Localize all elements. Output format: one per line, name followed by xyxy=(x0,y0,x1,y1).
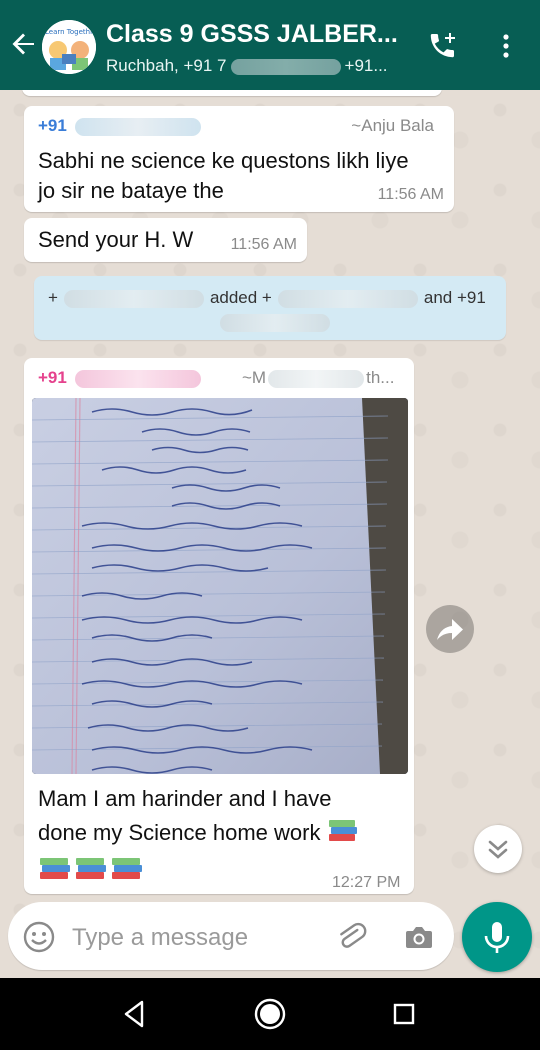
redacted-number xyxy=(277,289,418,308)
sender-prefix: +91 xyxy=(38,116,67,135)
redacted-number xyxy=(63,289,204,308)
books-emoji-row xyxy=(38,854,148,889)
message-sender: +91 xyxy=(38,116,202,136)
alias-suffix: th... xyxy=(366,368,395,387)
group-title[interactable]: Class 9 GSSS JALBER... xyxy=(106,20,406,49)
system-suffix: and +91 xyxy=(423,288,486,307)
more-options-icon[interactable] xyxy=(490,30,522,62)
books-icon xyxy=(328,820,357,841)
chat-header: Learn Togethr Class 9 GSSS JALBER... Ruc… xyxy=(0,0,540,90)
notebook-page-image xyxy=(32,398,408,774)
redacted-number xyxy=(220,314,330,332)
redacted-number xyxy=(75,117,202,136)
forward-icon xyxy=(437,619,463,640)
system-prefix: + xyxy=(48,288,58,307)
members-suffix: +91... xyxy=(344,56,388,75)
homework-photo[interactable] xyxy=(32,398,408,774)
system-navigation-bar xyxy=(0,978,540,1050)
system-message: + added + and +91 xyxy=(34,276,506,340)
mic-icon xyxy=(484,922,510,953)
message-text: Send your H. W xyxy=(38,227,194,252)
camera-icon[interactable] xyxy=(402,920,436,954)
nav-back-icon[interactable] xyxy=(116,996,152,1032)
members-prefix: Ruchbah, +91 7 xyxy=(106,56,227,75)
message-input[interactable]: Type a message xyxy=(72,924,248,952)
system-message-line: + added + and +91 xyxy=(48,288,486,308)
caption-line: done my Science home work xyxy=(38,816,359,850)
group-members[interactable]: Ruchbah, +91 7 +91... xyxy=(106,56,406,76)
message-line: Sabhi ne science ke questons likh liye xyxy=(38,148,409,173)
message-text: Sabhi ne science ke questons likh liye j… xyxy=(38,146,409,206)
redacted-name xyxy=(268,369,365,388)
add-call-icon[interactable] xyxy=(426,30,458,62)
message-bubble[interactable]: Send your H. W 11:56 AM xyxy=(24,218,307,262)
group-avatar[interactable]: Learn Togethr xyxy=(42,20,96,74)
alias-prefix: ~M xyxy=(242,368,267,387)
message-time: 11:56 AM xyxy=(230,236,297,253)
redacted-number xyxy=(230,58,341,75)
message-sender: +91 xyxy=(38,368,202,388)
paperclip-icon[interactable] xyxy=(334,920,368,954)
redacted-number xyxy=(75,369,202,388)
emoji-icon[interactable] xyxy=(22,920,56,954)
message-time: 11:56 AM xyxy=(377,186,444,203)
message-time: 12:27 PM xyxy=(332,874,401,891)
chat-area[interactable]: +91 ~Anju Bala Sabhi ne science ke quest… xyxy=(0,90,540,978)
books-icon xyxy=(40,858,142,879)
image-caption: Mam I am harinder and I have done my Sci… xyxy=(38,782,359,850)
double-chevron-down-icon xyxy=(488,840,508,859)
voice-message-button[interactable] xyxy=(462,902,532,972)
nav-recents-icon[interactable] xyxy=(386,996,422,1032)
sender-prefix: +91 xyxy=(38,368,67,387)
message-composer[interactable]: Type a message xyxy=(8,902,454,970)
sender-alias: ~M th... xyxy=(242,368,394,388)
message-bubble[interactable]: +91 ~Anju Bala Sabhi ne science ke quest… xyxy=(24,106,454,212)
caption-text: done my Science home work xyxy=(38,820,321,845)
svg-text:Learn Togethr: Learn Togethr xyxy=(45,28,93,36)
system-added: added + xyxy=(209,288,272,307)
message-line: jo sir ne bataye the xyxy=(38,178,224,203)
back-arrow-icon[interactable] xyxy=(8,28,40,60)
nav-home-icon[interactable] xyxy=(252,996,288,1032)
forward-button[interactable] xyxy=(426,605,474,653)
previous-message-bubble xyxy=(22,90,442,96)
caption-line: Mam I am harinder and I have xyxy=(38,782,359,816)
group-avatar-image: Learn Togethr xyxy=(42,20,96,74)
scroll-to-bottom-button[interactable] xyxy=(474,825,522,873)
caption-text: Mam I am harinder and I have xyxy=(38,786,332,811)
sender-alias: ~Anju Bala xyxy=(351,116,434,135)
